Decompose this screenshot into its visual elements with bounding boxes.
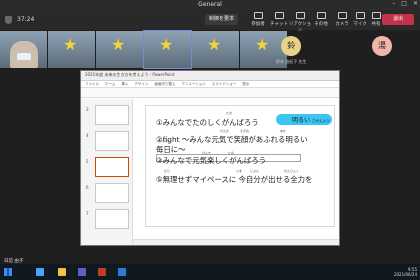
ruby-text: たの xyxy=(226,111,233,115)
slide-thumbnail[interactable] xyxy=(95,157,129,177)
slide-thumbnail-rail: 3 4 5 6 7 xyxy=(81,99,133,245)
slide-number: 5 xyxy=(86,159,89,164)
tab-slideshow[interactable]: スライドショー xyxy=(212,82,237,86)
chat-label: チャット xyxy=(270,22,288,27)
slide-thumbnail[interactable] xyxy=(95,209,129,229)
leave-button[interactable]: 退出 xyxy=(382,14,414,25)
avatar: 湯 xyxy=(372,36,392,56)
callout-subtext: さがえよう xyxy=(312,119,330,123)
clock-date: 2021/06/24 xyxy=(393,272,417,277)
reaction-label: リアクション xyxy=(288,22,312,33)
avatar: 鈴 xyxy=(281,36,302,56)
system-tray[interactable]: 9:55 2021/06/24 xyxy=(394,267,417,277)
shared-screen: 2021年度 未来の生き方を考えよう - PowerPoint ファイル ホーム… xyxy=(80,70,340,246)
video-thumbnail[interactable] xyxy=(0,31,47,68)
ruby-text: いま xyxy=(236,169,243,173)
ribbon-tabs: ファイル ホーム 挿入 デザイン 画面切り替え アニメーション スライドショー … xyxy=(81,81,339,88)
minimize-button[interactable]: – xyxy=(392,0,395,7)
window-controls: – □ ✕ xyxy=(392,0,418,7)
slide-number: 6 xyxy=(86,185,89,190)
slide-number: 4 xyxy=(86,133,89,138)
camera-icon xyxy=(337,12,347,19)
tab-design[interactable]: デザイン xyxy=(134,82,148,86)
powerpoint-titlebar: 2021年度 未来の生き方を考えよう - PowerPoint xyxy=(81,71,339,81)
slide-line-5: ⑤無理せずマイペースに 今自分が出せる全力を xyxy=(156,175,313,184)
request-control-button[interactable]: 制御を要求 xyxy=(205,14,239,25)
tab-insert[interactable]: 挿入 xyxy=(121,82,128,86)
ruby-text: むり xyxy=(164,169,171,173)
search-icon[interactable] xyxy=(36,268,44,276)
share-label: 共有 xyxy=(371,22,381,27)
slide-canvas[interactable]: 明るい さがえよう たの ①みんなでたのしくがんばろう げんき えがお あか ②f… xyxy=(145,105,335,227)
video-thumbnail[interactable]: ★ xyxy=(48,31,95,68)
star-icon: ★ xyxy=(159,35,174,54)
star-icon: ★ xyxy=(207,35,222,54)
ruby-text: まいにち xyxy=(158,139,171,143)
slide-thumbnail[interactable] xyxy=(95,105,129,125)
share-icon xyxy=(371,12,381,19)
star-icon: ★ xyxy=(255,35,270,54)
ruby-text: えがお xyxy=(240,129,250,133)
slide-line-4: ③みんなで元気楽しくがんばろう xyxy=(156,156,267,165)
ruby-text: ぜんりょく xyxy=(284,169,300,173)
taskbar: 9:55 2021/06/24 xyxy=(0,264,420,280)
ruby-text: じぶん xyxy=(250,169,260,173)
ribbon xyxy=(81,88,339,98)
tab-animations[interactable]: アニメーション xyxy=(181,82,205,86)
shield-icon xyxy=(5,16,12,24)
star-icon: ★ xyxy=(63,35,78,54)
slide-line-1: ①みんなでたのしくがんばろう xyxy=(156,118,259,127)
slide-thumbnail[interactable] xyxy=(95,183,129,203)
reaction-icon xyxy=(295,12,305,19)
window-title: General xyxy=(198,1,222,8)
tab-file[interactable]: ファイル xyxy=(85,82,99,86)
callout-text: 明るい xyxy=(292,117,311,124)
more-icon xyxy=(316,12,326,19)
slide-number: 3 xyxy=(86,107,89,112)
meeting-timer: 37:24 xyxy=(17,16,35,23)
star-icon: ★ xyxy=(111,35,126,54)
slide-number: 7 xyxy=(86,211,89,216)
participants-label: 参加者 xyxy=(251,22,265,27)
video-thumbnail[interactable]: ★ xyxy=(96,31,143,68)
tab-transitions[interactable]: 画面切り替え xyxy=(154,82,175,86)
chat-icon xyxy=(274,12,284,19)
window-titlebar: General – □ ✕ xyxy=(0,0,420,10)
video-thumbnail[interactable]: ★ xyxy=(143,30,192,69)
video-thumbnail-strip: ★ ★ ★ ★ ★ xyxy=(0,30,287,69)
powerpoint-statusbar xyxy=(133,239,339,245)
tab-view[interactable]: 表示 xyxy=(242,82,249,86)
teams-icon[interactable] xyxy=(78,268,86,276)
more-label: その他 xyxy=(314,22,328,27)
participant-name: 鈴木 由紀子 先生 xyxy=(276,59,307,64)
people-icon xyxy=(253,12,263,19)
ruby-text: あか xyxy=(280,129,287,133)
powerpoint-icon[interactable] xyxy=(98,268,106,276)
participant-tile[interactable]: 鈴 鈴木 由紀子 先生 xyxy=(276,36,307,65)
video-thumbnail[interactable]: ★ xyxy=(192,31,239,68)
participant-video xyxy=(10,41,38,68)
maximize-button[interactable]: □ xyxy=(401,0,407,7)
tab-home[interactable]: ホーム xyxy=(105,82,115,86)
folder-icon[interactable] xyxy=(58,268,66,276)
windows-start-icon[interactable] xyxy=(4,268,12,276)
slide-thumbnail[interactable] xyxy=(95,131,129,151)
camera-label: カメラ xyxy=(335,22,349,27)
close-button[interactable]: ✕ xyxy=(413,0,418,7)
ruby-text: げんき xyxy=(220,129,230,133)
callout-bubble: 明るい さがえよう xyxy=(276,114,332,125)
edge-icon[interactable] xyxy=(118,268,126,276)
participant-tile[interactable]: 湯 xyxy=(372,36,392,56)
